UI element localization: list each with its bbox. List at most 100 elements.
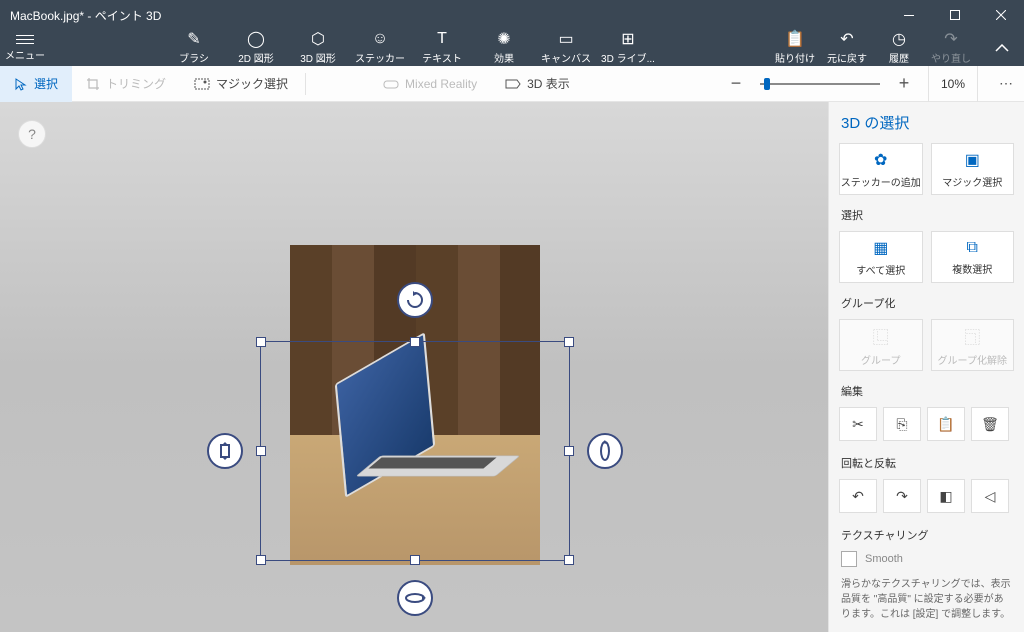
close-button[interactable] [978, 0, 1024, 30]
side-panel: 3D の選択 ✿ステッカーの追加 ▣マジック選択 選択 ▦すべて選択 ⧉複数選択… [828, 102, 1024, 632]
tool-text[interactable]: Tテキスト [415, 30, 469, 65]
sticker-icon: ☺ [372, 30, 388, 48]
select-all-button[interactable]: ▦すべて選択 [839, 231, 923, 283]
group-icon: ⿺ [873, 324, 889, 348]
rotate-left-icon: ↶ [852, 488, 864, 505]
group-button: ⿺グループ [839, 319, 923, 371]
handle-bottom-right[interactable] [564, 555, 574, 565]
cut-button[interactable]: ✂ [839, 407, 877, 441]
cursor-icon [14, 77, 28, 91]
depth-handle[interactable] [207, 433, 243, 469]
sub-crop: トリミング [72, 66, 180, 102]
section-edit-label: 編集 [841, 383, 1014, 399]
flip-h-icon: ◧ [939, 488, 952, 505]
rotate-right-icon: ↷ [896, 488, 908, 505]
handle-left[interactable] [256, 446, 266, 456]
window-title: MacBook.jpg* - ペイント 3D [0, 7, 886, 24]
mixed-reality-icon [383, 78, 399, 90]
handle-top[interactable] [410, 337, 420, 347]
multi-select-button[interactable]: ⧉複数選択 [931, 231, 1015, 283]
slider-thumb[interactable] [764, 78, 770, 90]
flip-v-icon: ◁ [985, 488, 996, 505]
collapse-ribbon-button[interactable] [980, 30, 1024, 66]
library-3d-icon: ⊞ [621, 30, 634, 48]
tool-2d-shapes[interactable]: ◯2D 図形 [229, 30, 283, 65]
sub-magic-select[interactable]: マジック選択 [180, 66, 302, 102]
ribbon-toolbar: メニュー ✎ブラシ ◯2D 図形 ⬡3D 図形 ☺ステッカー Tテキスト ✺効果… [0, 30, 1024, 66]
rotate-left-button[interactable]: ↶ [839, 479, 877, 513]
zoom-in-button[interactable]: + [890, 70, 918, 98]
flip-vertical-button[interactable]: ◁ [971, 479, 1009, 513]
copy-icon: ⎘ [896, 416, 907, 433]
magic-select-icon [194, 78, 210, 90]
handle-top-right[interactable] [564, 337, 574, 347]
multi-select-icon: ⧉ [967, 239, 978, 257]
effects-icon: ✺ [497, 30, 510, 48]
tool-redo: ↷やり直し [928, 30, 974, 65]
sub-mixed-reality: Mixed Reality [369, 66, 491, 102]
sub-select[interactable]: 選択 [0, 66, 72, 102]
select-all-icon: ▦ [873, 238, 888, 258]
handle-top-left[interactable] [256, 337, 266, 347]
text-icon: T [437, 30, 447, 48]
paste-button[interactable]: 📋 [927, 407, 965, 441]
tool-3d-shapes[interactable]: ⬡3D 図形 [291, 30, 345, 65]
separator [305, 73, 306, 95]
tool-brush[interactable]: ✎ブラシ [167, 30, 221, 65]
rotate-z-handle[interactable] [397, 282, 433, 318]
section-select-label: 選択 [841, 207, 1014, 223]
handle-bottom-left[interactable] [256, 555, 266, 565]
section-texture-label: テクスチャリング [841, 527, 1014, 543]
chevron-up-icon [995, 44, 1009, 52]
tool-paste[interactable]: 📋貼り付け [772, 30, 818, 65]
canvas-icon: ▭ [558, 30, 573, 48]
panel-title: 3D の選択 [841, 112, 1014, 133]
tool-3d-library[interactable]: ⊞3D ライブ... [601, 30, 655, 65]
smooth-checkbox-row[interactable]: Smooth [841, 551, 1014, 567]
rotate-right-button[interactable]: ↷ [883, 479, 921, 513]
smooth-label: Smooth [865, 553, 903, 565]
rotate-y-handle[interactable] [587, 433, 623, 469]
zoom-slider[interactable] [760, 83, 880, 85]
minimize-button[interactable] [886, 0, 932, 30]
section-group-label: グループ化 [841, 295, 1014, 311]
hamburger-icon [16, 35, 34, 44]
tool-history[interactable]: ◷履歴 [876, 30, 922, 65]
magic-select-button[interactable]: ▣マジック選択 [931, 143, 1015, 195]
ungroup-icon: ⿹ [964, 324, 980, 348]
texture-note: 滑らかなテクスチャリングでは、表示品質を "高品質" に設定する必要があります。… [841, 577, 1012, 622]
canvas-area[interactable]: ? [0, 102, 828, 632]
title-bar: MacBook.jpg* - ペイント 3D [0, 0, 1024, 30]
sub-3d-view[interactable]: 3D 表示 [491, 66, 584, 102]
crop-icon [86, 77, 100, 91]
tool-canvas[interactable]: ▭キャンバス [539, 30, 593, 65]
window-controls [886, 0, 1024, 30]
handle-right[interactable] [564, 446, 574, 456]
more-options-button[interactable]: ⋯ [988, 75, 1024, 92]
tool-undo[interactable]: ↶元に戻す [824, 30, 870, 65]
rotate-x-handle[interactable] [397, 580, 433, 616]
tool-stickers[interactable]: ☺ステッカー [353, 30, 407, 65]
copy-button[interactable]: ⎘ [883, 407, 921, 441]
undo-icon: ↶ [840, 30, 853, 48]
tool-effects[interactable]: ✺効果 [477, 30, 531, 65]
selection-box[interactable] [260, 341, 570, 561]
cut-icon: ✂ [852, 416, 864, 433]
add-sticker-button[interactable]: ✿ステッカーの追加 [839, 143, 923, 195]
zoom-controls: − + 10% ⋯ [722, 66, 1024, 102]
shapes-3d-icon: ⬡ [311, 30, 325, 48]
smooth-checkbox[interactable] [841, 551, 857, 567]
zoom-out-button[interactable]: − [722, 70, 750, 98]
ungroup-button: ⿹グループ化解除 [931, 319, 1015, 371]
maximize-button[interactable] [932, 0, 978, 30]
help-button[interactable]: ? [18, 120, 46, 148]
handle-bottom[interactable] [410, 555, 420, 565]
rotate-y-icon [598, 440, 612, 462]
paste-icon: 📋 [785, 30, 805, 48]
sub-toolbar: 選択 トリミング マジック選択 Mixed Reality 3D 表示 − + … [0, 66, 1024, 102]
rotate-x-icon [404, 591, 426, 605]
menu-button[interactable]: メニュー [0, 30, 50, 66]
delete-button[interactable]: 🗑 [971, 407, 1009, 441]
zoom-percentage[interactable]: 10% [928, 66, 978, 102]
flip-horizontal-button[interactable]: ◧ [927, 479, 965, 513]
